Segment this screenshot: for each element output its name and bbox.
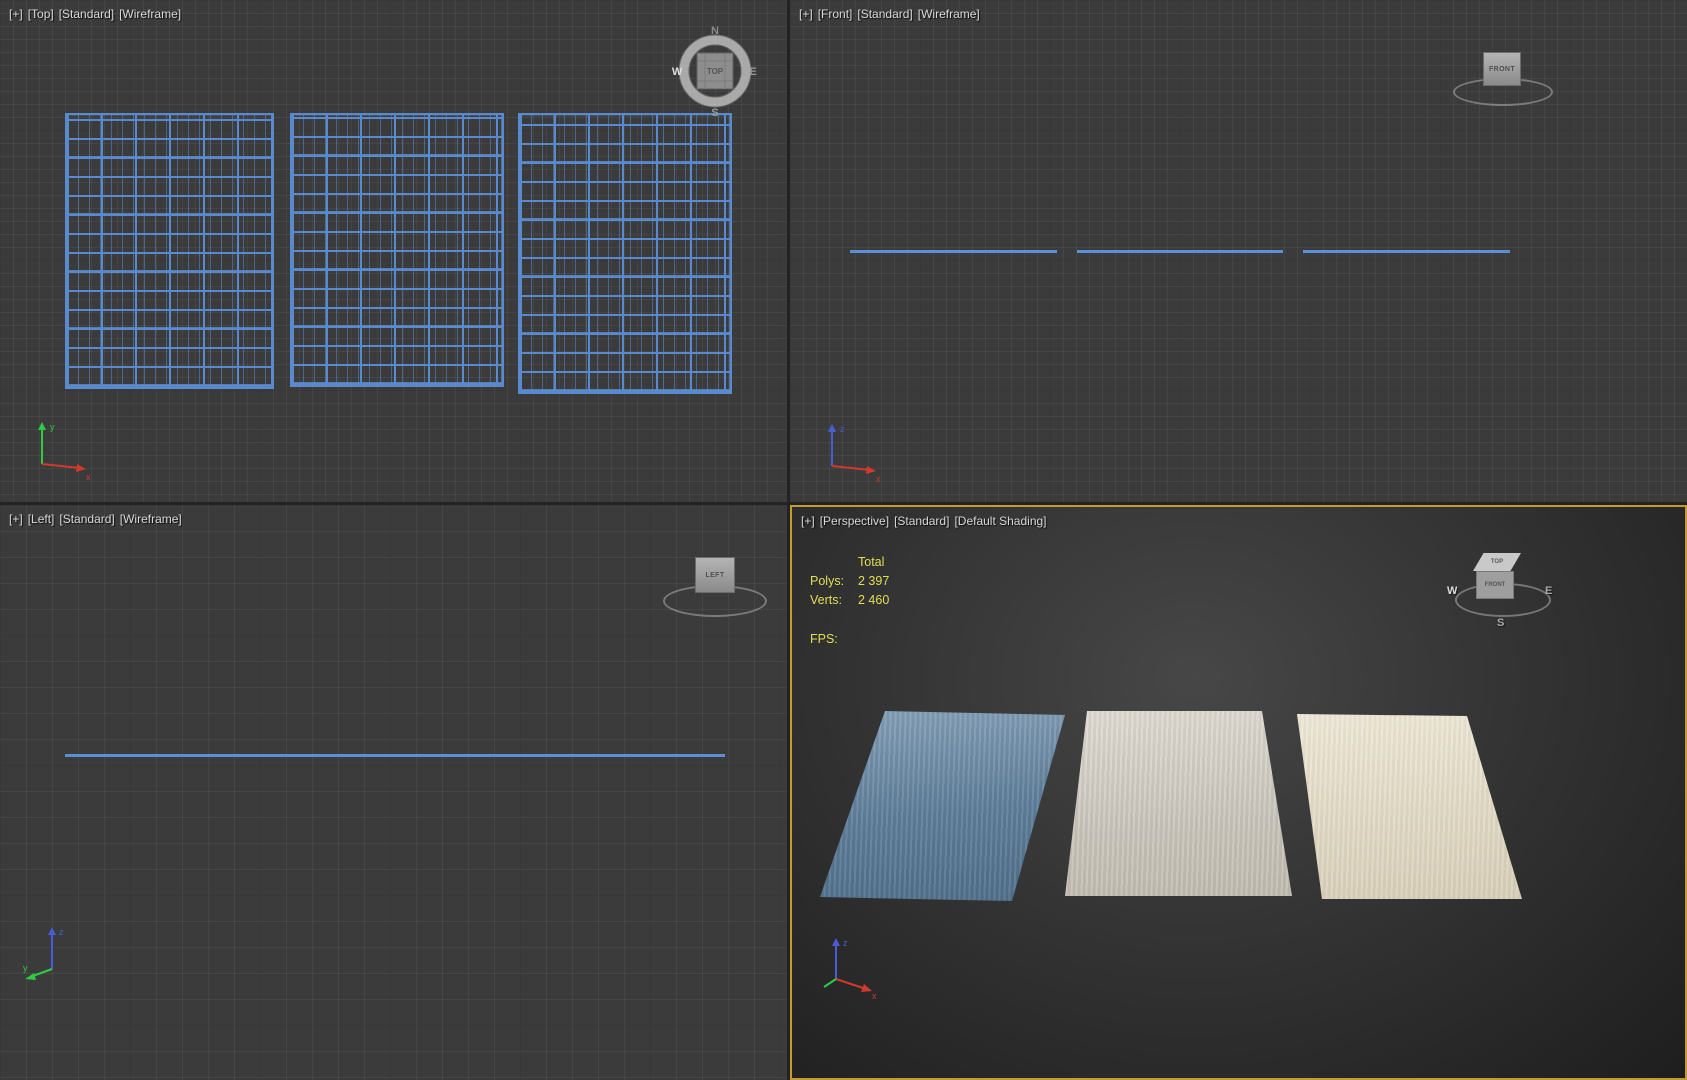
compass-north[interactable]: N xyxy=(711,25,719,37)
compass-east[interactable]: E xyxy=(1545,585,1552,597)
viewport-statistics: Total Polys: 2 397 Verts: 2 460 FPS: xyxy=(810,553,889,649)
rug-wireframe-3[interactable] xyxy=(518,113,732,394)
pov-menu-button[interactable]: [Top] xyxy=(28,7,54,21)
axis-label-y: y xyxy=(23,963,28,973)
rug-wireframe-2[interactable] xyxy=(290,113,504,387)
viewport-label-bar: [+] [Left] [Standard] [Wireframe] xyxy=(9,512,182,526)
rug-blue[interactable] xyxy=(820,711,1065,901)
axis-label-x: x xyxy=(872,991,877,999)
viewcube-front-label: FRONT xyxy=(1488,65,1516,73)
rug-edge-3[interactable] xyxy=(1303,250,1510,253)
general-menu-button[interactable]: [+] xyxy=(9,512,23,526)
viewcube-left-label: LEFT xyxy=(705,571,725,579)
stats-fps-label: FPS: xyxy=(810,632,838,646)
shading-menu-button[interactable]: [Default Shading] xyxy=(954,514,1046,528)
render-preset-menu-button[interactable]: [Standard] xyxy=(59,7,114,21)
axis-label-x: x xyxy=(876,474,881,482)
viewport-left[interactable]: [+] [Left] [Standard] [Wireframe] LEFT z… xyxy=(0,505,787,1080)
viewcube-perspective[interactable]: TOP FRONT W E S xyxy=(1445,545,1557,637)
general-menu-button[interactable]: [+] xyxy=(801,514,815,528)
viewport-label-bar: [+] [Top] [Standard] [Wireframe] xyxy=(9,7,181,21)
stats-verts-row: Verts: 2 460 xyxy=(810,591,889,610)
stats-total-label: Total xyxy=(858,555,885,569)
viewcube-top-label: TOP xyxy=(1490,559,1504,565)
axis-tripod-front: z x xyxy=(828,424,881,482)
axis-label-y: y xyxy=(50,422,55,432)
viewport-perspective[interactable]: [+] [Perspective] [Standard] [Default Sh… xyxy=(790,505,1687,1080)
axis-tripod-left: z y xyxy=(23,927,64,980)
stats-polys-row: Polys: 2 397 xyxy=(810,572,889,591)
pov-menu-button[interactable]: [Front] xyxy=(818,7,853,21)
viewport-front[interactable]: [+] [Front] [Standard] [Wireframe] FRONT… xyxy=(790,0,1687,502)
compass-west[interactable]: W xyxy=(672,66,683,78)
viewcube-top-viewport[interactable]: TOP N S W E xyxy=(672,24,758,118)
pov-menu-button[interactable]: [Perspective] xyxy=(820,514,889,528)
max-viewport-layout: [+] [Top] [Standard] [Wireframe] TOP N S… xyxy=(0,0,1687,1080)
rug-edge[interactable] xyxy=(65,754,725,757)
rug-edge-1[interactable] xyxy=(850,250,1057,253)
render-preset-menu-button[interactable]: [Standard] xyxy=(59,512,114,526)
stats-polys-value: 2 397 xyxy=(858,574,890,588)
general-menu-button[interactable]: [+] xyxy=(9,7,23,21)
viewport-label-bar: [+] [Perspective] [Standard] [Default Sh… xyxy=(801,514,1047,528)
viewcube-top-label[interactable]: TOP xyxy=(707,67,724,76)
viewcube-front-face[interactable]: FRONT xyxy=(1483,52,1521,86)
axis-label-z: z xyxy=(843,938,848,948)
viewport-top[interactable]: [+] [Top] [Standard] [Wireframe] TOP N S… xyxy=(0,0,787,502)
pov-menu-button[interactable]: [Left] xyxy=(28,512,55,526)
rug-gray[interactable] xyxy=(1065,711,1292,896)
compass-west[interactable]: W xyxy=(1447,585,1457,597)
stats-total-row: Total xyxy=(810,553,889,572)
shading-menu-button[interactable]: [Wireframe] xyxy=(120,512,182,526)
compass-south[interactable]: S xyxy=(711,107,718,118)
axis-label-z: z xyxy=(59,927,64,937)
render-preset-menu-button[interactable]: [Standard] xyxy=(894,514,949,528)
render-preset-menu-button[interactable]: [Standard] xyxy=(857,7,912,21)
compass-south[interactable]: S xyxy=(1497,617,1504,629)
compass-east[interactable]: E xyxy=(749,66,756,78)
stats-verts-label: Verts: xyxy=(810,593,842,607)
rug-wireframe-1[interactable] xyxy=(65,113,274,389)
general-menu-button[interactable]: [+] xyxy=(799,7,813,21)
viewcube-top-face[interactable]: TOP xyxy=(1473,553,1521,571)
shading-menu-button[interactable]: [Wireframe] xyxy=(119,7,181,21)
viewcube-front-face[interactable]: FRONT xyxy=(1476,571,1514,599)
viewport-label-bar: [+] [Front] [Standard] [Wireframe] xyxy=(799,7,980,21)
shading-menu-button[interactable]: [Wireframe] xyxy=(918,7,980,21)
viewcube-front-label: FRONT xyxy=(1484,582,1506,588)
stats-fps-row: FPS: xyxy=(810,630,889,649)
axis-tripod-top: y x xyxy=(38,422,91,480)
rug-edge-2[interactable] xyxy=(1077,250,1283,253)
stats-spacer xyxy=(810,553,858,572)
stats-polys-label: Polys: xyxy=(810,574,845,588)
axis-label-z: z xyxy=(840,424,845,434)
stats-verts-value: 2 460 xyxy=(858,593,890,607)
viewcube-left-face[interactable]: LEFT xyxy=(695,557,735,593)
rug-cream[interactable] xyxy=(1297,714,1522,899)
axis-tripod-perspective: z x xyxy=(823,938,877,999)
axis-label-x: x xyxy=(86,472,91,480)
